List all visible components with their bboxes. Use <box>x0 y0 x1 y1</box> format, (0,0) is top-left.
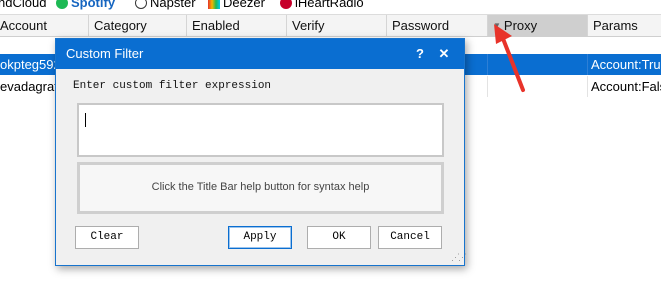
dialog-title-bar[interactable]: Custom Filter ? ✕ <box>56 39 464 69</box>
apply-button[interactable]: Apply <box>228 226 292 249</box>
help-button[interactable]: ? <box>411 45 429 63</box>
tab-napster[interactable]: Napster <box>135 0 196 10</box>
tab-soundcloud[interactable]: ndCloud <box>0 0 46 10</box>
cell-params[interactable]: Account:True <box>588 54 661 75</box>
column-header-password-label: Password <box>392 18 450 33</box>
column-header-verify-label: Verify <box>292 18 325 33</box>
syntax-help-text: Click the Title Bar help button for synt… <box>151 181 370 193</box>
column-header-password[interactable]: Password <box>387 15 488 36</box>
column-header-category[interactable]: Category <box>89 15 187 36</box>
syntax-help-box: Click the Title Bar help button for synt… <box>77 162 444 214</box>
service-tab-strip: ndCloud Spotify Napster Deezer iHeartRad… <box>0 0 661 10</box>
column-header-category-label: Category <box>94 18 147 33</box>
tab-napster-label: Napster <box>150 0 196 10</box>
ok-button[interactable]: OK <box>307 226 371 249</box>
grid-header: Account Category Enabled Verify Password… <box>0 14 661 37</box>
tab-iheartradio-label: iHeartRadio <box>295 0 364 10</box>
text-caret <box>85 113 86 127</box>
resize-grip-icon[interactable]: ⋰⋰ <box>451 252 467 262</box>
column-header-enabled-label: Enabled <box>192 18 240 33</box>
tab-spotify-label: Spotify <box>71 0 116 10</box>
custom-filter-dialog: Custom Filter ? ✕ Enter custom filter ex… <box>55 38 467 266</box>
iheartradio-icon <box>280 0 292 9</box>
tab-spotify[interactable]: Spotify <box>56 0 115 10</box>
close-button[interactable]: ✕ <box>435 45 453 63</box>
filter-prompt-label: Enter custom filter expression <box>73 80 272 92</box>
column-header-account[interactable]: Account <box>0 15 89 36</box>
dialog-title: Custom Filter <box>66 46 144 61</box>
column-header-verify[interactable]: Verify <box>287 15 387 36</box>
filter-expression-input[interactable] <box>77 103 444 157</box>
cell-params[interactable]: Account:False <box>588 76 661 97</box>
deezer-icon <box>208 0 220 9</box>
column-header-params-label: Params <box>593 18 638 33</box>
column-header-account-label: Account <box>0 18 47 33</box>
cancel-button[interactable]: Cancel <box>378 226 442 249</box>
clear-button[interactable]: Clear <box>75 226 139 249</box>
column-header-params[interactable]: Params <box>588 15 661 36</box>
tab-iheartradio[interactable]: iHeartRadio <box>280 0 364 10</box>
annotation-arrow <box>494 24 525 92</box>
tab-deezer-label: Deezer <box>223 0 265 10</box>
column-header-enabled[interactable]: Enabled <box>187 15 287 36</box>
napster-icon <box>135 0 147 9</box>
tab-deezer[interactable]: Deezer <box>208 0 265 10</box>
tab-soundcloud-label: ndCloud <box>0 0 47 10</box>
spotify-icon <box>56 0 68 9</box>
